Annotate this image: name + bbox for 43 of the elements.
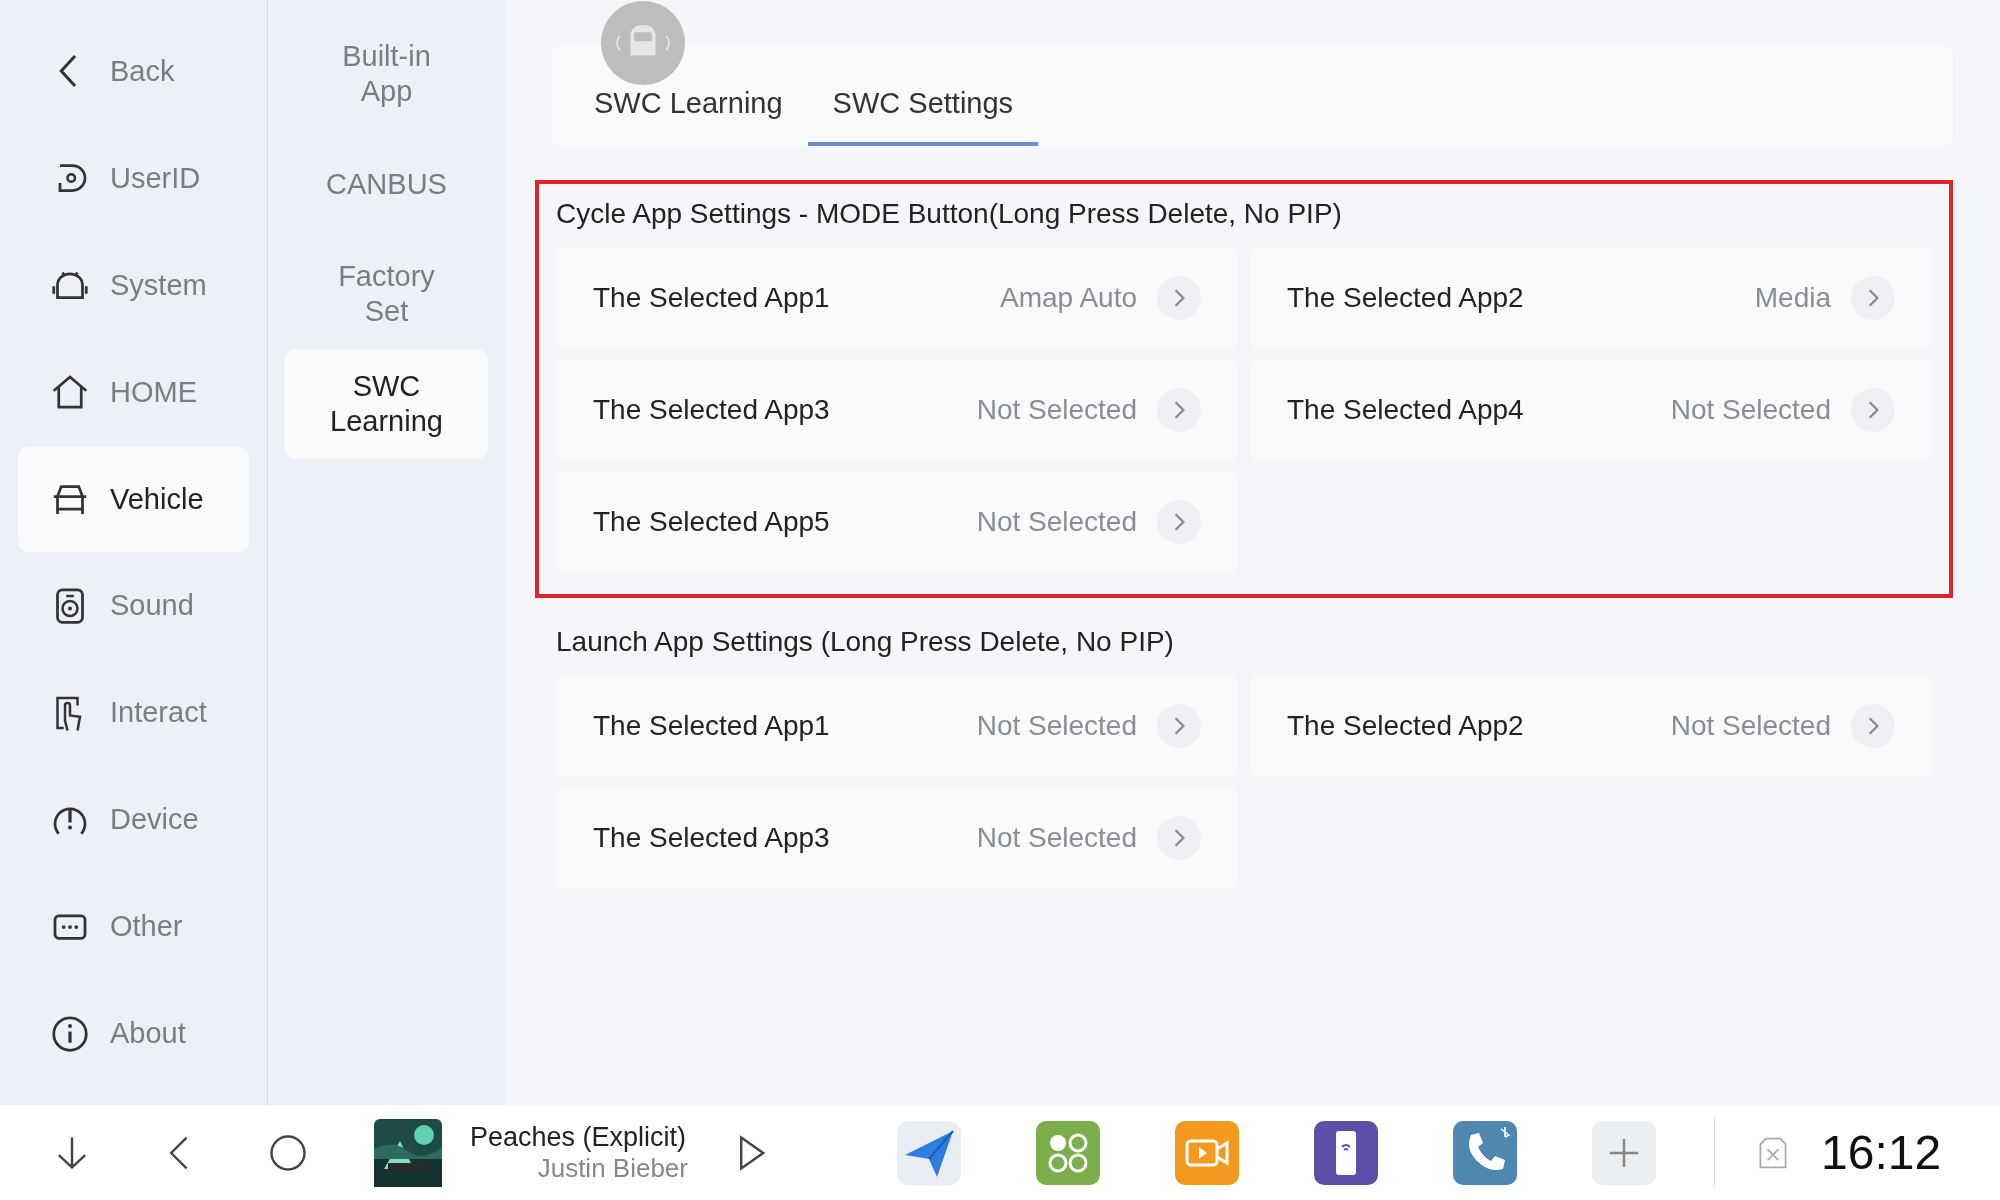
setting-row[interactable]: The Selected App4 Not Selected [1250, 360, 1932, 460]
submenu-item[interactable]: Factory Set [285, 239, 488, 349]
apps-grid-icon[interactable] [1036, 1120, 1100, 1185]
chevron-right-icon [1157, 816, 1201, 860]
setting-row[interactable]: The Selected App2 Not Selected [1250, 676, 1932, 776]
tab[interactable]: SWC Settings [807, 87, 1039, 146]
chevron-right-icon [1157, 704, 1201, 748]
sidebar-item[interactable]: System [18, 232, 249, 338]
track-title: Peaches (Explicit) [470, 1121, 687, 1153]
chevron-right-icon [1851, 276, 1895, 320]
setting-row[interactable]: The Selected App5 Not Selected [556, 472, 1238, 572]
submenu-item[interactable]: Built-in App [285, 19, 488, 129]
sidebar-item[interactable]: UserID [18, 125, 249, 231]
info-icon [50, 1013, 90, 1054]
sidebar-item[interactable]: Vehicle [18, 446, 249, 552]
chevron-right-icon [1157, 276, 1201, 320]
submenu-item[interactable]: SWC Learning [285, 349, 488, 459]
tab[interactable]: SWC Learning [569, 87, 808, 146]
setting-row[interactable]: The Selected App1 Amap Auto [556, 248, 1238, 348]
chevron-right-icon [1851, 704, 1895, 748]
sidebar-item[interactable]: About [18, 981, 249, 1087]
sidebar-item[interactable]: Interact [18, 660, 249, 766]
paper-plane-app-icon[interactable] [897, 1120, 961, 1185]
chevron-right-icon [1157, 388, 1201, 432]
sidebar-item[interactable]: Device [18, 767, 249, 873]
setting-row[interactable]: The Selected App2 Media [1250, 248, 1932, 348]
chevron-right-icon [1157, 500, 1201, 544]
sidebar-item[interactable]: Other [18, 874, 249, 980]
phone-wifi-app-icon[interactable] [1314, 1120, 1378, 1185]
chevron-right-icon [1851, 388, 1895, 432]
setting-row[interactable]: The Selected App3 Not Selected [556, 360, 1238, 460]
back-button[interactable]: Back [18, 19, 249, 124]
section-title: Launch App Settings (Long Press Delete, No PIP) [556, 625, 1175, 659]
submenu-item[interactable]: CANBUS [285, 129, 488, 239]
setting-row[interactable]: The Selected App1 Not Selected [556, 676, 1238, 776]
section-title: Cycle App Settings - MODE Button(Long Press Delete, No PIP) [556, 197, 1343, 231]
setting-row[interactable]: The Selected App3 Not Selected [556, 788, 1238, 888]
sidebar-item[interactable]: HOME [18, 339, 249, 445]
sidebar-item[interactable]: Sound [18, 553, 249, 659]
clock: 16:12 [1821, 1125, 1942, 1180]
add-icon[interactable] [1592, 1120, 1656, 1185]
artist-name: Justin Bieber [537, 1152, 688, 1184]
phone-app-icon[interactable] [1453, 1120, 1517, 1185]
